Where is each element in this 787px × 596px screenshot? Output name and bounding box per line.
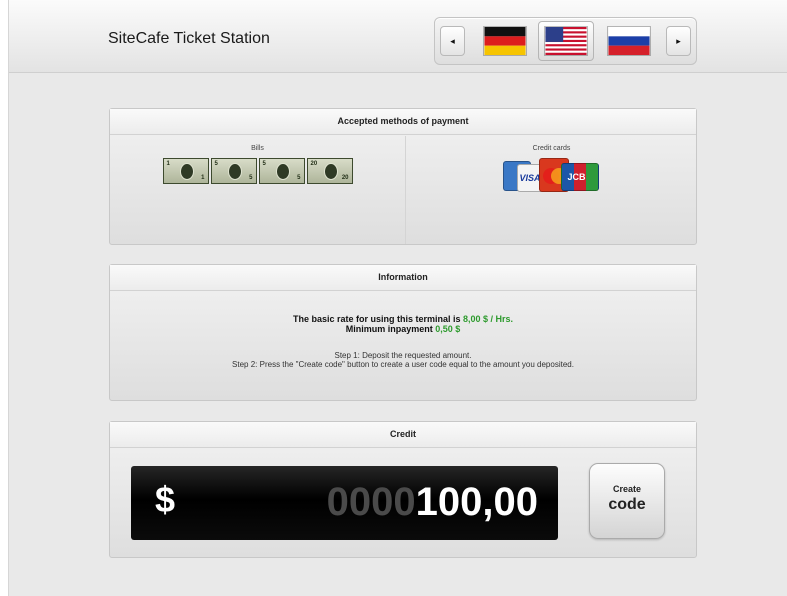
credit-title: Credit	[110, 422, 696, 448]
header-bar: SiteCafe Ticket Station ◂ ▸	[9, 0, 787, 73]
minimum-inpayment-line: Minimum inpayment 0,50 $	[345, 324, 461, 334]
arrow-right-icon: ▸	[676, 36, 681, 46]
banknote-icon: 1 1	[162, 158, 209, 184]
banknote-icon: 5 5	[210, 158, 257, 184]
credit-amount: 0000100,00	[327, 480, 538, 525]
language-russian-button[interactable]	[601, 21, 657, 61]
create-code-label-line2: code	[608, 496, 646, 513]
german-flag-icon	[483, 26, 527, 56]
credit-display: $ 0000100,00	[131, 466, 558, 540]
credit-panel: Credit $ 0000100,00 Create code	[109, 421, 697, 558]
step-1-text: Step 1: Deposit the requested amount.	[334, 351, 472, 360]
create-code-button[interactable]: Create code	[589, 463, 665, 539]
credit-cards-section: Credit cards VISA JCB	[407, 136, 696, 244]
app-title: SiteCafe Ticket Station	[108, 30, 270, 47]
rate-line: The basic rate for using this terminal i…	[292, 314, 514, 324]
russian-flag-icon	[607, 26, 651, 56]
credit-amount-value: 100,00	[415, 480, 538, 524]
banknote-icon: 20 20	[306, 158, 353, 184]
create-code-label-line1: Create	[612, 484, 641, 494]
bills-image: 1 1 5 5 5 5 20 20	[110, 158, 405, 184]
minimum-inpayment-value: 0,50 $	[435, 324, 461, 334]
arrow-left-icon: ◂	[450, 36, 455, 46]
information-body: The basic rate for using this terminal i…	[110, 314, 696, 369]
credit-cards-label: Credit cards	[532, 145, 571, 152]
language-selector: ◂ ▸	[434, 17, 697, 65]
information-title: Information	[110, 265, 696, 291]
jcb-card-icon: JCB	[560, 163, 599, 191]
information-panel: Information The basic rate for using thi…	[109, 264, 697, 401]
rate-value: 8,00 $ / Hrs.	[463, 314, 514, 324]
payment-methods-title: Accepted methods of payment	[110, 109, 696, 135]
credit-cards-image: VISA JCB	[502, 158, 601, 194]
payment-methods-panel: Accepted methods of payment Bills 1 1 5 …	[109, 108, 697, 245]
currency-symbol: $	[155, 479, 176, 520]
app-window: SiteCafe Ticket Station ◂ ▸ Accepted met…	[8, 0, 787, 596]
language-german-button[interactable]	[477, 21, 533, 61]
next-language-button[interactable]: ▸	[666, 26, 691, 56]
bills-label: Bills	[251, 145, 264, 152]
language-english-button[interactable]	[538, 21, 594, 61]
bills-section: Bills 1 1 5 5 5 5 20 20	[110, 136, 406, 244]
previous-language-button[interactable]: ◂	[440, 26, 465, 56]
us-flag-icon	[544, 26, 588, 56]
banknote-icon: 5 5	[258, 158, 305, 184]
step-2-text: Step 2: Press the "Create code" button t…	[232, 360, 574, 369]
credit-amount-leading-zeros: 0000	[326, 480, 416, 524]
